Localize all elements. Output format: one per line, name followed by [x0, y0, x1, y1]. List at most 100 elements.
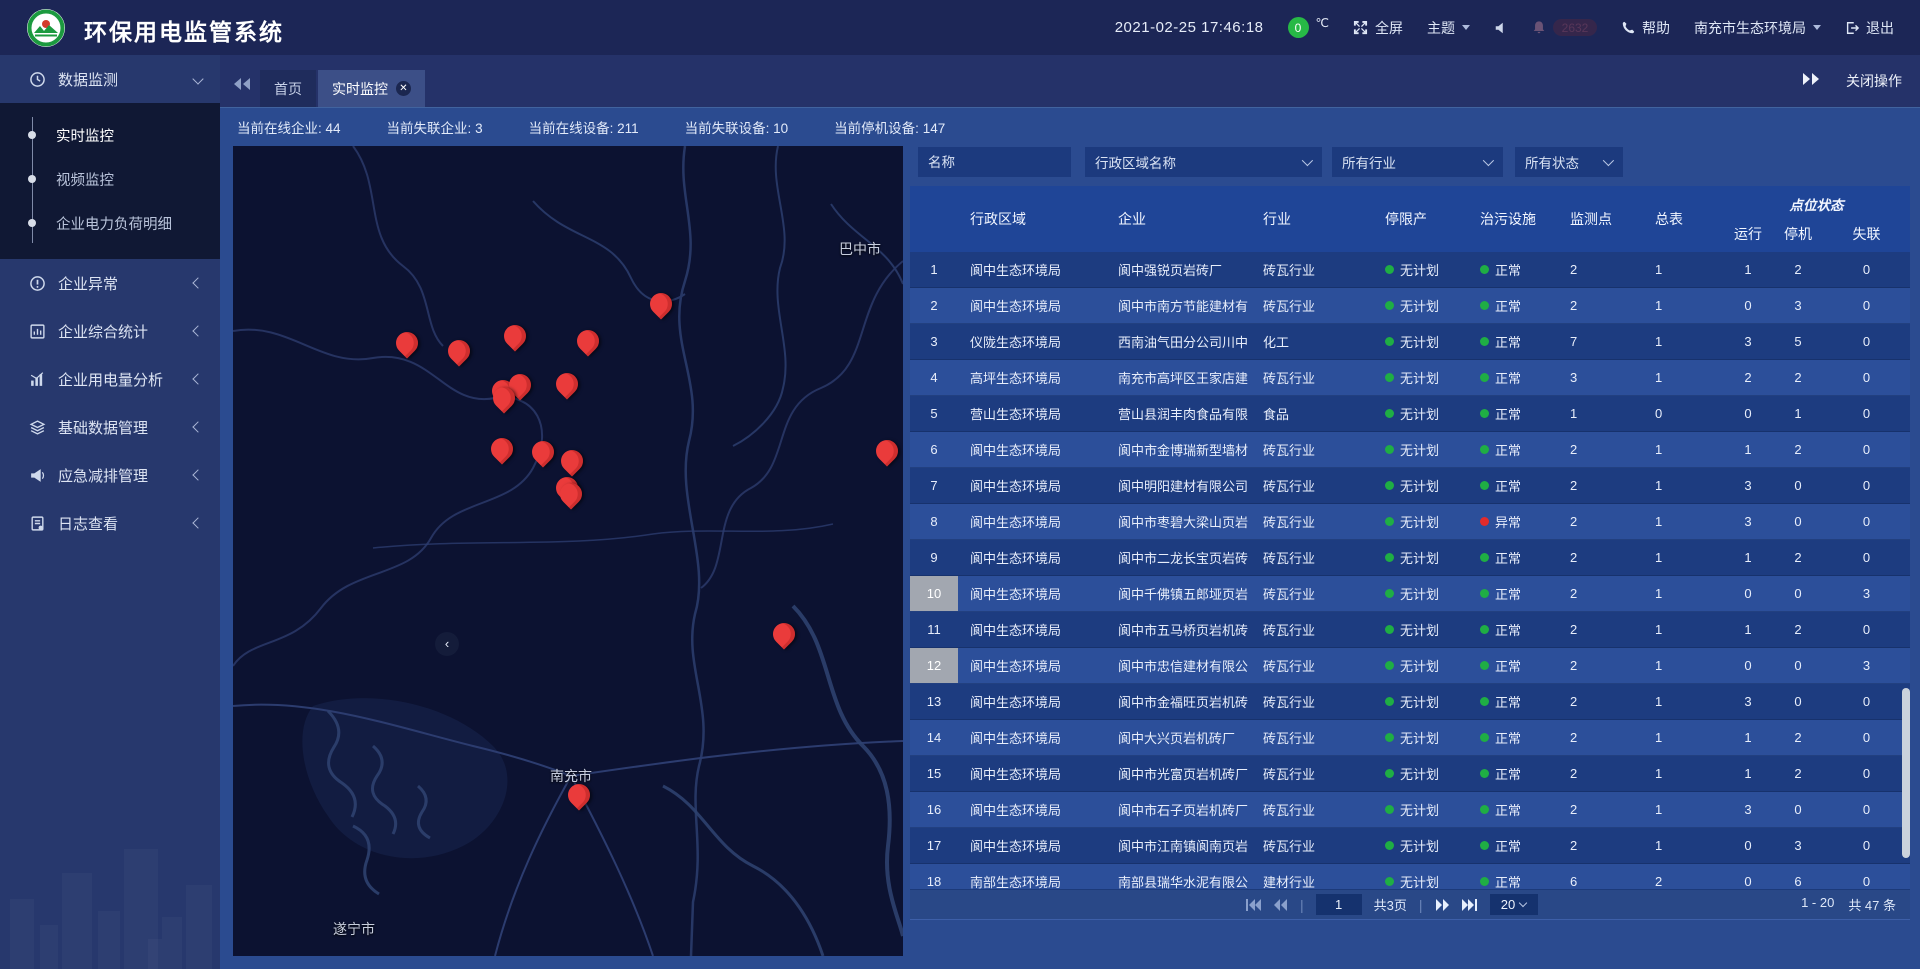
map-pin-icon[interactable]	[560, 483, 582, 505]
close-operations-button[interactable]: 关闭操作	[1846, 71, 1902, 91]
notifications-indicator[interactable]: 2632	[1532, 19, 1597, 36]
map-pin-icon[interactable]	[577, 330, 599, 352]
page-title: 环保用电监管系统	[84, 13, 284, 47]
pin-body	[556, 445, 587, 476]
user-org-dropdown[interactable]: 南充市生态环境局	[1694, 18, 1821, 38]
map-pin-icon[interactable]	[556, 373, 578, 395]
sidebar-item-日志查看[interactable]: 日志查看	[0, 499, 220, 547]
table-row[interactable]: 7阆中生态环境局阆中明阳建材有限公司砖瓦行业无计划正常21300	[910, 468, 1910, 504]
cell-region: 阆中生态环境局	[958, 504, 1106, 539]
table-row[interactable]: 14阆中生态环境局阆中大兴页岩机砖厂砖瓦行业无计划正常21120	[910, 720, 1910, 756]
header-actions: 2021-02-25 17:46:18 0 ℃ 全屏 主题	[1115, 0, 1894, 55]
app-root: 环保用电监管系统 2021-02-25 17:46:18 0 ℃ 全屏 主题	[0, 0, 1920, 969]
table-row[interactable]: 11阆中生态环境局阆中市五马桥页岩机砖砖瓦行业无计划正常21120	[910, 612, 1910, 648]
table-row[interactable]: 2阆中生态环境局阆中市南方节能建材有砖瓦行业无计划正常21030	[910, 288, 1910, 324]
table-row[interactable]: 10阆中生态环境局阆中千佛镇五郎垭页岩砖瓦行业无计划正常21003	[910, 576, 1910, 612]
map-pin-icon[interactable]	[568, 784, 590, 806]
cell-company: 阆中市石子页岩机砖厂	[1106, 792, 1251, 827]
region-filter-select[interactable]: 行政区域名称	[1085, 147, 1322, 177]
help-button[interactable]: 帮助	[1621, 18, 1670, 38]
cell-total-meters: 1	[1643, 648, 1723, 683]
fullscreen-button[interactable]: 全屏	[1353, 18, 1403, 38]
sidebar-item-label: 基础数据管理	[58, 417, 148, 438]
table-row[interactable]: 3仪陇生态环境局西南油气田分公司川中化工无计划正常71350	[910, 324, 1910, 360]
audio-mute-button[interactable]	[1494, 21, 1508, 35]
table-row[interactable]: 17阆中生态环境局阆中市江南镇阆南页岩砖瓦行业无计划正常21030	[910, 828, 1910, 864]
map-pin-icon[interactable]	[396, 332, 418, 354]
cell-total-meters: 1	[1643, 756, 1723, 791]
map-pin-icon[interactable]	[876, 440, 898, 462]
name-input[interactable]	[928, 155, 1061, 170]
sidebar-item-企业用电量分析[interactable]: 企业用电量分析	[0, 355, 220, 403]
table-row[interactable]: 1阆中生态环境局阆中强锐页岩砖厂砖瓦行业无计划正常21120	[910, 252, 1910, 288]
chevron-left-icon	[192, 517, 203, 528]
cell-monitor-points: 2	[1558, 288, 1643, 323]
page-size-select[interactable]: 20	[1490, 894, 1538, 915]
status-dot-icon	[1480, 841, 1489, 850]
sidebar-subitem-企业电力负荷明细[interactable]: 企业电力负荷明细	[0, 201, 220, 245]
sidebar: 数据监测实时监控视频监控企业电力负荷明细企业异常企业综合统计企业用电量分析基础数…	[0, 55, 220, 969]
cell-company: 阆中市忠信建材有限公	[1106, 648, 1251, 683]
table-row[interactable]: 13阆中生态环境局阆中市金福旺页岩机砖砖瓦行业无计划正常21300	[910, 684, 1910, 720]
map-pin-icon[interactable]	[491, 438, 513, 460]
scrollbar-thumb[interactable]	[1902, 688, 1910, 858]
cell-total-meters: 1	[1643, 504, 1723, 539]
cell-industry: 砖瓦行业	[1251, 360, 1373, 395]
logout-button[interactable]: 退出	[1845, 18, 1894, 38]
industry-filter-select[interactable]: 所有行业	[1332, 147, 1503, 177]
map-pin-icon[interactable]	[561, 450, 583, 472]
tab-home[interactable]: 首页	[260, 70, 316, 107]
sidebar-item-数据监测[interactable]: 数据监测	[0, 55, 220, 103]
sidebar-item-应急减排管理[interactable]: 应急减排管理	[0, 451, 220, 499]
sidebar-subitem-label: 企业电力负荷明细	[56, 213, 172, 234]
sidebar-item-企业异常[interactable]: 企业异常	[0, 259, 220, 307]
name-filter-input[interactable]	[918, 147, 1071, 177]
first-page-button[interactable]	[1245, 899, 1261, 911]
prev-page-button[interactable]	[1273, 899, 1288, 911]
map-pin-icon[interactable]	[504, 325, 526, 347]
facility-status-text: 正常	[1495, 764, 1521, 783]
close-icon[interactable]: ✕	[396, 81, 411, 96]
sidebar-collapse-button[interactable]: ‹	[435, 632, 459, 656]
map-pin-icon[interactable]	[448, 340, 470, 362]
status-filter-select[interactable]: 所有状态	[1515, 147, 1623, 177]
map-pin-icon[interactable]	[493, 387, 515, 409]
row-index: 13	[910, 684, 958, 719]
last-page-button[interactable]	[1462, 899, 1478, 911]
sidebar-subitem-视频监控[interactable]: 视频监控	[0, 157, 220, 201]
table-row[interactable]: 12阆中生态环境局阆中市忠信建材有限公砖瓦行业无计划正常21003	[910, 648, 1910, 684]
main-content: 当前在线企业: 44当前失联企业: 3当前在线设备: 211当前失联设备: 10…	[220, 107, 1920, 969]
table-row[interactable]: 16阆中生态环境局阆中市石子页岩机砖厂砖瓦行业无计划正常21300	[910, 792, 1910, 828]
sidebar-subitem-实时监控[interactable]: 实时监控	[0, 113, 220, 157]
tab-realtime-monitor[interactable]: 实时监控 ✕	[318, 70, 425, 107]
table-row[interactable]: 8阆中生态环境局阆中市枣碧大梁山页岩砖瓦行业无计划异常21300	[910, 504, 1910, 540]
cell-stop-status: 无计划	[1373, 612, 1468, 647]
map-pin-icon[interactable]	[650, 293, 672, 315]
cell-monitor-points: 2	[1558, 252, 1643, 287]
table-row[interactable]: 5营山生态环境局营山县润丰肉食品有限食品无计划正常10010	[910, 396, 1910, 432]
map-pin-icon[interactable]	[773, 623, 795, 645]
pin-body	[572, 325, 603, 356]
cell-region: 阆中生态环境局	[958, 684, 1106, 719]
theme-dropdown[interactable]: 主题	[1427, 18, 1470, 38]
cell-total-meters: 1	[1643, 324, 1723, 359]
table-row[interactable]: 6阆中生态环境局阆中市金博瑞新型墙材砖瓦行业无计划正常21120	[910, 432, 1910, 468]
table-row[interactable]: 4高坪生态环境局南充市高坪区王家店建砖瓦行业无计划正常31220	[910, 360, 1910, 396]
table-row[interactable]: 15阆中生态环境局阆中市光富页岩机砖厂砖瓦行业无计划正常21120	[910, 756, 1910, 792]
sidebar-item-企业综合统计[interactable]: 企业综合统计	[0, 307, 220, 355]
cell-industry: 砖瓦行业	[1251, 648, 1373, 683]
cell-industry: 砖瓦行业	[1251, 252, 1373, 287]
map-pin-icon[interactable]	[532, 441, 554, 463]
next-page-button[interactable]	[1435, 899, 1450, 911]
cell-region: 阆中生态环境局	[958, 576, 1106, 611]
table-row[interactable]: 9阆中生态环境局阆中市二龙长宝页岩砖砖瓦行业无计划正常21120	[910, 540, 1910, 576]
page-number-input[interactable]: 1	[1316, 894, 1362, 915]
cell-facility-status: 正常	[1468, 468, 1558, 503]
fullscreen-label: 全屏	[1375, 18, 1403, 38]
stat-label: 当前停机设备:	[834, 121, 923, 136]
sidebar-item-基础数据管理[interactable]: 基础数据管理	[0, 403, 220, 451]
map-panel[interactable]: 巴中市南充市遂宁市	[233, 146, 903, 956]
tabs-scroll-right-button[interactable]	[1802, 72, 1820, 90]
cell-running: 3	[1723, 468, 1773, 503]
tabs-scroll-left-button[interactable]	[233, 77, 251, 95]
